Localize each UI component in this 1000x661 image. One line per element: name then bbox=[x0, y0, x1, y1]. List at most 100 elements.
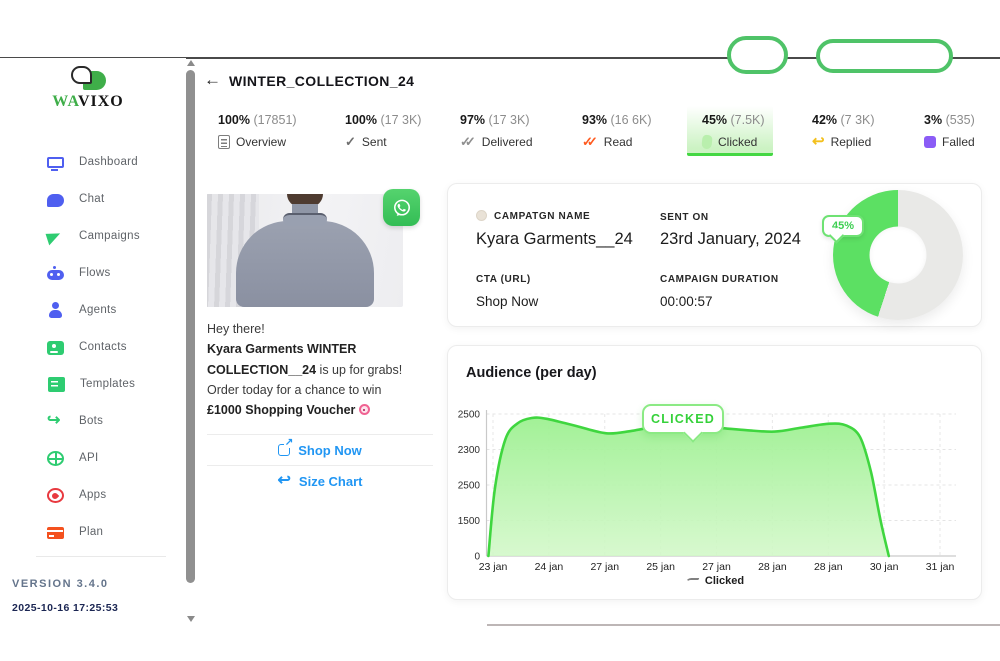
sidebar-item-bots[interactable]: ↪Bots bbox=[0, 411, 186, 431]
document-icon bbox=[48, 377, 65, 392]
stat-replied[interactable]: 42% (7 3K) ↩Replied bbox=[812, 113, 875, 149]
brand-logo: WAVIXO bbox=[28, 66, 148, 111]
sidebar-divider bbox=[36, 556, 166, 557]
status-dot-icon bbox=[476, 210, 487, 221]
paper-plane-icon bbox=[46, 229, 66, 246]
scroll-up-icon[interactable] bbox=[187, 60, 195, 66]
sidebar-item-chat[interactable]: Chat bbox=[0, 189, 186, 209]
campaign-details-card: CAMPATGN NAME Kyara Garments__24 CTA (UR… bbox=[447, 183, 982, 327]
clicked-donut-chart bbox=[833, 190, 963, 320]
sidebar-item-templates[interactable]: Templates bbox=[0, 374, 186, 394]
stat-sent[interactable]: 100% (17 3K) ✓Sent bbox=[345, 113, 421, 149]
donut-tooltip: 45% bbox=[822, 215, 864, 237]
sent-on-value: 23rd January, 2024 bbox=[660, 230, 801, 249]
rocket-icon bbox=[47, 488, 64, 503]
message-line3: Order today for a chance to win bbox=[207, 380, 431, 400]
scrollbar-thumb[interactable] bbox=[186, 70, 195, 583]
topbar-pill-large-button[interactable] bbox=[816, 39, 953, 73]
sidebar-item-plan[interactable]: Plan bbox=[0, 522, 186, 542]
sidebar-item-apps[interactable]: Apps bbox=[0, 485, 186, 505]
brand-name: WAVIXO bbox=[28, 93, 148, 111]
whatsapp-glyph bbox=[390, 196, 414, 220]
message-body: Hey there! Kyara Garments WINTER COLLECT… bbox=[207, 319, 431, 420]
svg-text:27 jan: 27 jan bbox=[702, 561, 731, 573]
sidebar-nav: Dashboard Chat Campaigns Flows Agents Co… bbox=[0, 152, 186, 559]
sidebar-scrollbar[interactable] bbox=[185, 58, 197, 633]
chat-icon bbox=[47, 194, 64, 207]
message-line2: Kyara Garments WINTER COLLECTION__24 is … bbox=[207, 339, 431, 380]
stat-read[interactable]: 93% (16 6K) ✓✓Read bbox=[582, 113, 652, 149]
svg-text:24 jan: 24 jan bbox=[535, 561, 564, 573]
model-torso bbox=[236, 221, 374, 307]
version-label: VERSION 3.4.0 bbox=[12, 578, 109, 590]
message-greeting: Hey there! bbox=[207, 319, 431, 339]
message-buttons: Shop Now ↩ Size Chart bbox=[207, 434, 433, 496]
svg-text:27 jan: 27 jan bbox=[590, 561, 619, 573]
person-icon bbox=[47, 302, 64, 319]
svg-text:2500: 2500 bbox=[458, 481, 481, 492]
back-button[interactable]: ← bbox=[204, 70, 221, 90]
emoji-icon bbox=[359, 404, 370, 415]
audience-chart-card: Audience (per day) 2500230025001500023 j… bbox=[447, 345, 982, 600]
app-root: WAVIXO Dashboard Chat Campaigns Flows Ag… bbox=[0, 0, 1000, 661]
dashboard-icon bbox=[47, 157, 64, 168]
bottom-divider bbox=[487, 624, 1000, 626]
cta-value: Shop Now bbox=[476, 294, 538, 309]
contact-card-icon bbox=[47, 341, 64, 355]
svg-text:2300: 2300 bbox=[458, 445, 481, 456]
purple-square-icon bbox=[924, 136, 936, 148]
stat-failed[interactable]: 3% (535) Falled bbox=[924, 113, 975, 149]
sidebar-item-dashboard[interactable]: Dashboard bbox=[0, 152, 186, 172]
cursor-icon bbox=[701, 135, 712, 150]
reply-arrow-icon: ↩ bbox=[812, 136, 825, 148]
chart-tooltip: CLICKED bbox=[642, 404, 724, 434]
sidebar-item-campaigns[interactable]: Campaigns bbox=[0, 226, 186, 246]
clipboard-icon bbox=[218, 135, 230, 149]
double-check-icon: ✓✓ bbox=[460, 136, 476, 148]
double-check-orange-icon: ✓✓ bbox=[582, 136, 598, 148]
sent-on-label: SENT ON bbox=[660, 212, 709, 223]
shop-now-button[interactable]: Shop Now bbox=[207, 434, 433, 465]
campaign-name-label: CAMPATGN NAME bbox=[476, 210, 590, 222]
sidebar-item-agents[interactable]: Agents bbox=[0, 300, 186, 320]
svg-text:23 jan: 23 jan bbox=[479, 561, 508, 573]
duration-label: CAMPAIGN DURATION bbox=[660, 274, 779, 285]
duration-value: 00:00:57 bbox=[660, 294, 713, 309]
chart-legend[interactable]: Clicked bbox=[448, 575, 981, 587]
sidebar: WAVIXO Dashboard Chat Campaigns Flows Ag… bbox=[0, 58, 186, 661]
svg-text:28 jan: 28 jan bbox=[758, 561, 787, 573]
build-timestamp: 2025-10-16 17:25:53 bbox=[12, 602, 118, 614]
brand-logo-icon bbox=[28, 66, 148, 92]
bot-flow-icon bbox=[47, 270, 64, 280]
globe-icon bbox=[47, 451, 64, 466]
stat-overview[interactable]: 100% (17851) Overview bbox=[218, 113, 297, 149]
back-arrow-icon: ↩ bbox=[278, 475, 291, 487]
svg-text:2500: 2500 bbox=[458, 410, 481, 421]
sidebar-item-flows[interactable]: Flows bbox=[0, 263, 186, 283]
sweater-collar bbox=[283, 213, 327, 226]
cta-label: CTA (URL) bbox=[476, 274, 531, 285]
svg-text:31 jan: 31 jan bbox=[926, 561, 955, 573]
campaign-name-value: Kyara Garments__24 bbox=[476, 230, 633, 249]
page-title: WINTER_COLLECTION_24 bbox=[229, 73, 414, 89]
credit-card-icon bbox=[47, 527, 64, 539]
size-chart-button[interactable]: ↩ Size Chart bbox=[207, 465, 433, 496]
campaign-image bbox=[207, 194, 403, 307]
stat-clicked-active[interactable]: 45% (7.5K) Clicked bbox=[687, 106, 773, 156]
message-line4: £1000 Shopping Voucher bbox=[207, 400, 431, 420]
svg-text:30 jan: 30 jan bbox=[870, 561, 899, 573]
legend-line-icon bbox=[684, 578, 700, 584]
external-link-icon bbox=[278, 444, 290, 456]
sidebar-item-api[interactable]: API bbox=[0, 448, 186, 468]
svg-text:1500: 1500 bbox=[458, 516, 481, 527]
svg-text:28 jan: 28 jan bbox=[814, 561, 843, 573]
whatsapp-icon bbox=[383, 189, 420, 226]
share-arrow-icon: ↪ bbox=[47, 413, 64, 430]
message-preview: Hey there! Kyara Garments WINTER COLLECT… bbox=[207, 194, 433, 496]
check-icon: ✓ bbox=[345, 136, 356, 148]
scroll-down-icon[interactable] bbox=[187, 616, 195, 622]
sidebar-item-contacts[interactable]: Contacts bbox=[0, 337, 186, 357]
topbar-pill-small-button[interactable] bbox=[727, 36, 788, 74]
stat-delivered[interactable]: 97% (17 3K) ✓✓Delivered bbox=[460, 113, 533, 149]
svg-text:25 jan: 25 jan bbox=[646, 561, 675, 573]
